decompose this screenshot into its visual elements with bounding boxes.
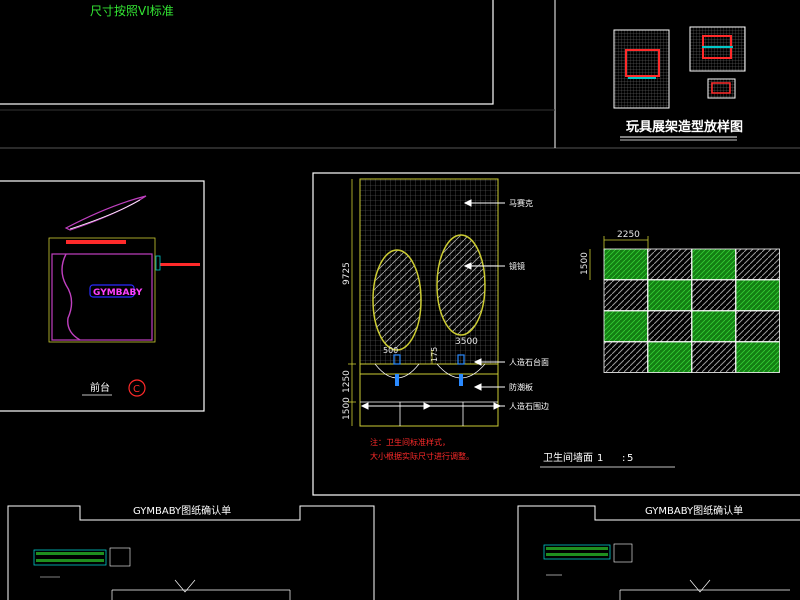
tile-green (691, 310, 736, 342)
callout-moisture-board: 防潮板 (509, 382, 533, 392)
tile-height-dim: 1500 (580, 252, 590, 275)
cad-drawing-canvas: 尺寸按照VI标准 玩具展架造型放样图 GYMBABY 前台 C 9725 125… (0, 0, 800, 600)
confirm-left-title: GYMBABY图纸确认单 (133, 504, 231, 517)
toy-rack-title: 玩具展架造型放样图 (626, 119, 743, 135)
tile-hatch (603, 279, 648, 311)
tile-grid: 2250 1500 (580, 230, 780, 373)
confirm-sheet-right: GYMBABY图纸确认单 (517, 504, 800, 600)
tile-width-dim: 2250 (617, 230, 640, 240)
callout-mirror: 镜镜 (509, 261, 525, 271)
confirm-sheet-left: GYMBABY图纸确认单 (7, 504, 375, 600)
vi-standard-note: 尺寸按照VI标准 (90, 4, 174, 18)
top-left-panel: 尺寸按照VI标准 (0, 0, 494, 105)
tile-hatch (647, 310, 692, 342)
tile-hatch (603, 341, 648, 373)
dim-height-main: 9725 (342, 262, 352, 285)
callout-stone-edge: 人造石围边 (509, 401, 549, 411)
tile-green (603, 248, 648, 280)
bathroom-note-line-1: 注：卫生间标准样式， (370, 437, 450, 447)
tile-hatch (735, 248, 780, 280)
front-desk-logo: GYMBABY (93, 288, 143, 298)
bathroom-note-line-2: 大小根据实际尺寸进行调整。 (370, 451, 474, 461)
bathroom-scale-left: 1 (597, 453, 603, 464)
dim-basin-left: 500 (383, 346, 398, 355)
front-desk-mark: C (133, 384, 140, 395)
tile-green (735, 341, 780, 373)
dim-height-mid: 1250 (342, 370, 352, 393)
front-desk-label: 前台 (90, 381, 110, 394)
tile-hatch (735, 310, 780, 342)
tile-hatch (691, 341, 736, 373)
toy-rack-panel: 玩具展架造型放样图 (613, 26, 746, 141)
dim-basin-width: 3500 (455, 337, 478, 347)
callout-countertop: 人造石台面 (509, 357, 549, 367)
tile-green (735, 279, 780, 311)
tile-green (647, 341, 692, 373)
callout-mosaic: 马赛克 (509, 198, 533, 208)
tile-hatch (691, 279, 736, 311)
bathroom-scale-sep: : (622, 453, 625, 464)
dim-height-low: 1500 (342, 397, 352, 420)
tile-green (603, 310, 648, 342)
tile-hatch (647, 248, 692, 280)
front-desk-panel: GYMBABY 前台 C (0, 180, 205, 412)
bathroom-title: 卫生间墙面 (543, 451, 593, 464)
confirm-right-title: GYMBABY图纸确认单 (645, 504, 743, 517)
bathroom-scale-right: 5 (627, 453, 633, 464)
tile-green (647, 279, 692, 311)
dim-basin-small: 175 (430, 347, 439, 362)
tile-green (691, 248, 736, 280)
